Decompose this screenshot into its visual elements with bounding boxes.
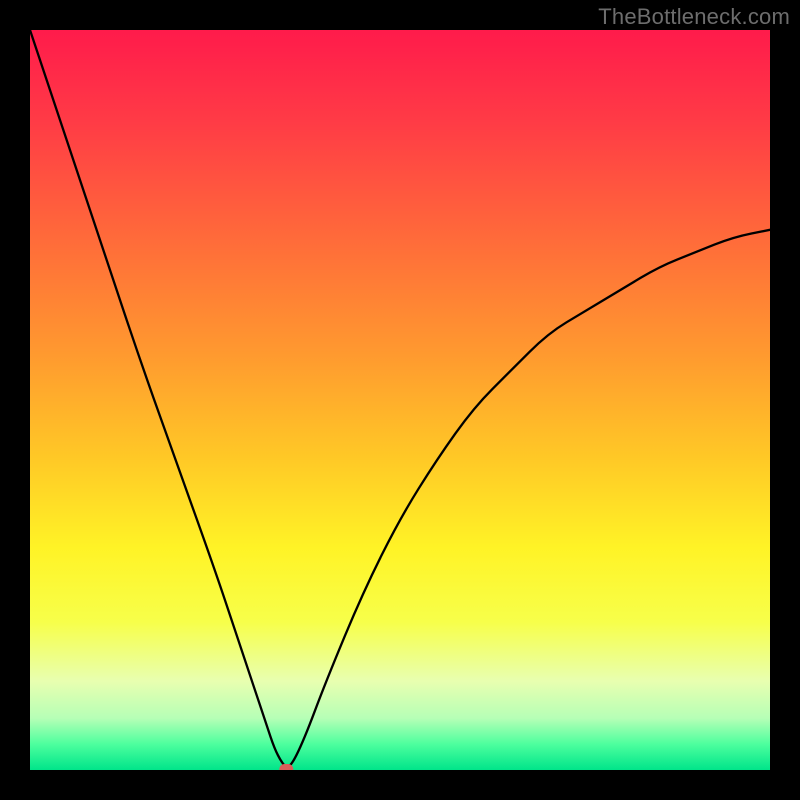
plot-area xyxy=(30,30,770,770)
chart-frame: TheBottleneck.com xyxy=(0,0,800,800)
gradient-background xyxy=(30,30,770,770)
watermark-text: TheBottleneck.com xyxy=(598,4,790,30)
plot-svg xyxy=(30,30,770,770)
